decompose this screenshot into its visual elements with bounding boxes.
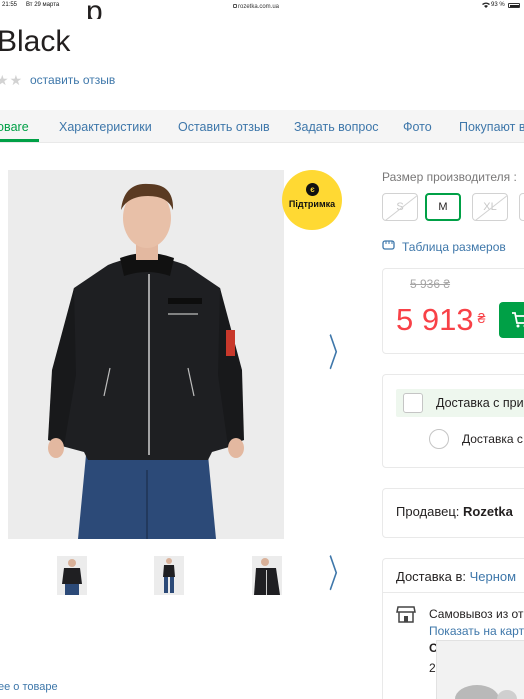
product-tabs: овare Характеристики Оставить отзыв Зада… <box>0 110 524 143</box>
star-icon: ★ <box>9 72 23 88</box>
lock-icon <box>233 4 237 8</box>
photo-next-arrow-icon[interactable]: 〉 <box>329 334 350 372</box>
thumbs-next-arrow-icon[interactable]: 〉 <box>329 555 350 593</box>
battery-icon <box>508 3 520 8</box>
product-title: Black <box>0 25 71 58</box>
delivery-option-1-checkbox[interactable] <box>403 393 423 413</box>
seller-name: Rozetka <box>463 504 513 519</box>
price-currency: ₴ <box>477 310 486 326</box>
battery-percent: 93 % <box>491 2 505 8</box>
size-option-s[interactable]: S <box>382 193 418 221</box>
thumbnail-1[interactable] <box>57 556 87 595</box>
delivery-header: Доставка в: Черном <box>396 569 516 584</box>
delivery-city-link[interactable]: Черном <box>470 569 516 584</box>
delivery-option-2-radio[interactable] <box>429 429 449 449</box>
delivery-divider <box>382 592 524 593</box>
tab-all-about-product[interactable]: овare <box>0 120 29 134</box>
address-bar-url[interactable]: rozetka.com.ua <box>238 4 279 10</box>
price-value: 5 913 <box>396 302 474 337</box>
tab-ask-question[interactable]: Задать вопрос <box>294 120 379 134</box>
show-on-map-link[interactable]: Показать на карт <box>429 624 524 638</box>
main-product-photo[interactable] <box>8 170 284 539</box>
size-option-m[interactable]: M <box>425 193 461 221</box>
size-table-link[interactable]: Таблица размеров <box>382 240 506 254</box>
delivery-option-2-label: Доставка с <box>462 432 523 446</box>
more-about-product-link[interactable]: ее о товаре <box>0 681 58 693</box>
cart-icon <box>512 312 524 328</box>
active-tab-indicator <box>0 139 39 142</box>
tab-photo[interactable]: Фото <box>403 120 432 134</box>
floating-preview-image[interactable] <box>436 640 524 699</box>
size-option-xl[interactable]: XL <box>472 193 508 221</box>
add-to-cart-button[interactable] <box>499 302 524 338</box>
delivery-option-1[interactable]: Доставка с при <box>396 389 524 417</box>
support-badge[interactable]: є Підтримка <box>282 170 342 230</box>
tab-characteristics[interactable]: Характеристики <box>59 120 152 134</box>
size-table-label: Таблица размеров <box>402 240 506 254</box>
title-line1-cut: p <box>0 5 118 19</box>
thumbnail-3[interactable] <box>252 556 282 595</box>
old-price: 5 936 ₴ <box>410 277 451 291</box>
store-icon <box>396 606 416 628</box>
delivery-option-1-label: Доставка с при <box>436 396 524 410</box>
delivery-label: Доставка в: <box>396 569 466 584</box>
thumbnail-2[interactable] <box>154 556 184 595</box>
pickup-detail-line2: 2 <box>429 661 436 675</box>
support-logo-icon: є <box>306 183 319 196</box>
support-badge-label: Підтримка <box>288 199 336 209</box>
size-option-more[interactable] <box>519 193 524 221</box>
tab-leave-review[interactable]: Оставить отзыв <box>178 120 270 134</box>
pickup-label: Самовывоз из от <box>429 607 524 621</box>
tab-also-bought[interactable]: Покупают в <box>459 120 524 134</box>
rating-stars[interactable]: ★ ★ <box>0 72 23 88</box>
seller-info: Продавец: Rozetka <box>396 504 513 519</box>
ruler-icon <box>382 240 395 254</box>
size-label: Размер производителя : <box>382 170 517 184</box>
wifi-icon <box>482 2 490 10</box>
jacket-model-image <box>8 170 284 539</box>
leave-review-link[interactable]: оставить отзыв <box>30 73 115 87</box>
current-price: 5 913 ₴ <box>396 302 485 338</box>
seller-label: Продавец: <box>396 504 460 519</box>
star-icon: ★ <box>0 72 9 88</box>
